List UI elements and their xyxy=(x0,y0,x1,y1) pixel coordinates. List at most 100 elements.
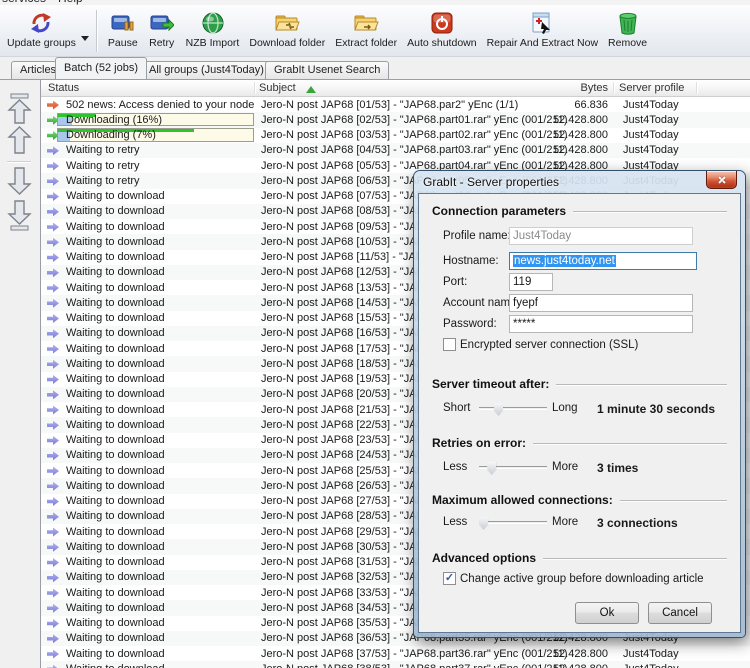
status-waiting-icon xyxy=(47,238,59,247)
server-profile-cell: Just4Today xyxy=(623,648,679,660)
remove-button[interactable]: Remove xyxy=(603,8,652,50)
status-waiting-icon xyxy=(47,390,59,399)
column-header-bytes[interactable]: Bytes xyxy=(508,82,608,94)
ssl-checkbox[interactable] xyxy=(443,338,456,351)
status-waiting-icon xyxy=(47,268,59,277)
table-row[interactable]: Downloading (7%)Jero-N post JAP68 [03/53… xyxy=(41,128,750,143)
column-header-server-profile[interactable]: Server profile xyxy=(619,82,684,94)
status-cell: Waiting to download xyxy=(66,556,256,568)
timeout-slider-thumb[interactable] xyxy=(494,403,503,416)
close-icon[interactable] xyxy=(706,171,737,189)
hostname-label: Hostname: xyxy=(443,255,499,267)
column-separator[interactable] xyxy=(254,82,255,94)
auto-shutdown-icon xyxy=(428,9,456,36)
pause-button[interactable]: Pause xyxy=(103,8,143,50)
connections-slider[interactable] xyxy=(479,521,547,524)
column-separator[interactable] xyxy=(696,82,697,94)
status-waiting-icon xyxy=(47,207,59,216)
retry-icon xyxy=(148,9,176,36)
update-groups-button[interactable]: Update groups xyxy=(2,8,81,50)
status-waiting-icon xyxy=(47,604,59,613)
status-waiting-icon xyxy=(47,497,59,506)
status-waiting-icon xyxy=(47,375,59,384)
password-input[interactable]: ***** xyxy=(509,315,693,333)
download-folder-button[interactable]: Download folder xyxy=(244,8,330,50)
table-row[interactable]: Downloading (16%)Jero-N post JAP68 [02/5… xyxy=(41,112,750,127)
update-groups-icon xyxy=(27,9,55,36)
retry-label: Retry xyxy=(149,37,174,49)
status-waiting-icon xyxy=(47,177,59,186)
nzb-import-icon xyxy=(199,9,227,36)
nzb-import-button[interactable]: NZB Import xyxy=(181,8,245,50)
timeout-slider[interactable] xyxy=(479,407,547,410)
move-down-button[interactable] xyxy=(6,166,33,201)
status-cell: Waiting to download xyxy=(66,327,256,339)
cancel-button[interactable]: Cancel xyxy=(648,602,712,624)
status-waiting-icon xyxy=(47,467,59,476)
column-separator[interactable] xyxy=(613,82,614,94)
status-cell: Waiting to retry xyxy=(66,144,256,156)
status-waiting-icon xyxy=(47,253,59,262)
server-properties-dialog: GrabIt - Server properties Connection pa… xyxy=(414,171,745,637)
table-row[interactable]: Waiting to retryJero-N post JAP68 [04/53… xyxy=(41,143,750,158)
table-row[interactable]: Waiting to downloadJero-N post JAP68 [37… xyxy=(41,646,750,661)
connection-parameters-heading: Connection parameters xyxy=(432,204,566,218)
pause-label: Pause xyxy=(108,37,138,49)
status-cell: Waiting to download xyxy=(66,205,256,217)
table-row[interactable]: 502 news: Access denied to your node - n… xyxy=(41,97,750,112)
connections-slider-thumb[interactable] xyxy=(479,517,488,530)
bytes-cell: 52.428.800 xyxy=(504,160,608,172)
timeout-max-label: Long xyxy=(552,402,578,414)
status-cell: Downloading (16%) xyxy=(66,114,256,126)
status-waiting-icon xyxy=(47,512,59,521)
max-connections-heading: Maximum allowed connections: xyxy=(432,493,613,507)
update-groups-dropdown-icon[interactable] xyxy=(81,36,89,41)
auto-shutdown-button[interactable]: Auto shutdown xyxy=(402,8,481,50)
table-row[interactable]: Waiting to downloadJero-N post JAP68 [38… xyxy=(41,661,750,668)
status-cell: Waiting to download xyxy=(66,449,256,461)
status-waiting-icon xyxy=(47,589,59,598)
status-waiting-icon xyxy=(47,619,59,628)
profile-name-input[interactable]: Just4Today xyxy=(509,227,693,245)
tab-all-groups[interactable]: All groups (Just4Today) xyxy=(140,61,273,79)
download-folder-icon xyxy=(273,9,301,36)
retries-heading: Retries on error: xyxy=(432,436,526,450)
retry-button[interactable]: Retry xyxy=(143,8,181,50)
reorder-strip xyxy=(0,79,40,668)
status-cell: 502 news: Access denied to your node - n… xyxy=(66,99,256,111)
status-cell: Waiting to download xyxy=(66,251,256,263)
extract-folder-button[interactable]: Extract folder xyxy=(330,8,402,50)
status-cell: Waiting to download xyxy=(66,480,256,492)
status-error-icon xyxy=(47,101,59,110)
bytes-cell: 66.836 xyxy=(504,99,608,111)
retries-slider-thumb[interactable] xyxy=(487,462,496,475)
ok-button[interactable]: Ok xyxy=(575,602,639,624)
reorder-divider xyxy=(7,161,31,163)
status-waiting-icon xyxy=(47,360,59,369)
hostname-input[interactable]: news.just4today.net xyxy=(509,252,697,270)
change-active-group-label: Change active group before downloading a… xyxy=(460,573,704,585)
column-header-subject[interactable]: Subject xyxy=(259,82,296,94)
status-cell: Waiting to download xyxy=(66,648,256,660)
account-name-input[interactable]: fyepf xyxy=(509,294,693,312)
tab-batch[interactable]: Batch (52 jobs) xyxy=(55,57,147,79)
status-cell: Waiting to download xyxy=(66,343,256,355)
connections-min-label: Less xyxy=(443,516,467,528)
status-waiting-icon xyxy=(47,436,59,445)
toolbar-separator xyxy=(96,10,97,52)
server-profile-cell: Just4Today xyxy=(623,99,679,111)
move-to-bottom-button[interactable] xyxy=(6,199,33,236)
change-active-group-checkbox[interactable] xyxy=(443,572,456,585)
status-cell: Waiting to download xyxy=(66,358,256,370)
column-header-status[interactable]: Status xyxy=(48,82,79,94)
status-cell: Waiting to download xyxy=(66,465,256,477)
status-cell: Waiting to download xyxy=(66,236,256,248)
tab-usenet-search[interactable]: GrabIt Usenet Search xyxy=(265,61,389,79)
port-input[interactable]: 119 xyxy=(509,273,553,291)
timeout-min-label: Short xyxy=(443,402,471,414)
move-up-button[interactable] xyxy=(6,125,33,160)
repair-extract-button[interactable]: Repair And Extract Now xyxy=(482,8,603,50)
tab-strip: Articles Batch (52 jobs) All groups (Jus… xyxy=(0,57,750,79)
retries-slider[interactable] xyxy=(479,466,547,469)
status-cell: Waiting to download xyxy=(66,617,256,629)
